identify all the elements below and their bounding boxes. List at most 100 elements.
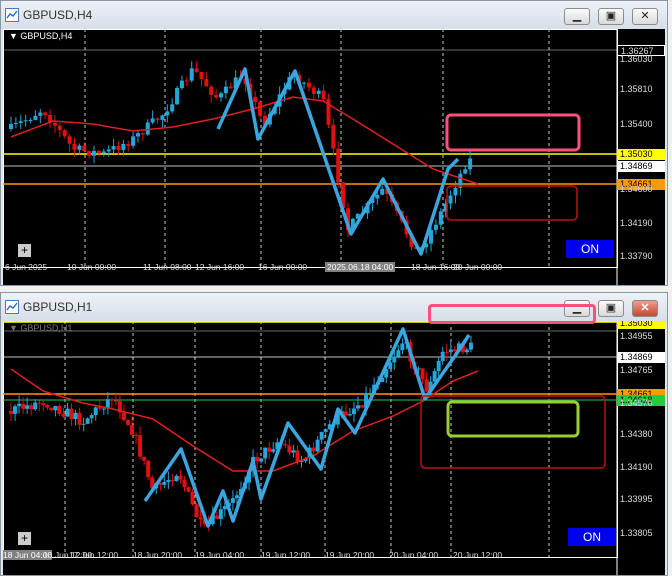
close-button[interactable]: ✕ bbox=[632, 8, 658, 25]
symbol-label: ▼ GBPUSD,H4 bbox=[9, 31, 73, 41]
maximize-button[interactable]: ▣ bbox=[598, 300, 624, 317]
maximize-button[interactable]: ▣ bbox=[598, 8, 624, 25]
crosshair-plus-button[interactable]: + bbox=[18, 532, 31, 545]
candle-body bbox=[21, 403, 26, 409]
candle-body bbox=[43, 112, 48, 115]
close-icon: ✕ bbox=[640, 10, 650, 22]
candle-body bbox=[29, 405, 34, 410]
time-axis-label: 19 Jun 12:00 bbox=[261, 550, 311, 560]
minimize-icon: ▁ bbox=[572, 10, 582, 22]
candle-body bbox=[198, 517, 203, 520]
candle-body bbox=[134, 434, 139, 436]
price-label: 1.34380 bbox=[620, 429, 653, 439]
time-axis-label: 20 Jun 00:00 bbox=[453, 262, 503, 272]
time-axis-label: 19 Jun 20:00 bbox=[325, 550, 375, 560]
restore-icon: ▣ bbox=[605, 302, 617, 314]
candle-body bbox=[166, 480, 171, 483]
candle-body bbox=[311, 87, 316, 94]
candle-body bbox=[33, 115, 38, 120]
candle-body bbox=[160, 115, 165, 120]
candle-body bbox=[77, 145, 82, 150]
price-label: 1.34190 bbox=[620, 462, 653, 472]
price-label: 1.34765 bbox=[620, 365, 653, 375]
candle-body bbox=[315, 439, 320, 452]
candle-body bbox=[360, 405, 365, 408]
candle-body bbox=[18, 121, 23, 124]
candle-body bbox=[199, 72, 204, 80]
red-zone-box bbox=[446, 185, 578, 221]
time-axis-label: 11 Jun 08:00 bbox=[143, 262, 192, 272]
candle-body bbox=[45, 405, 50, 408]
candle-body bbox=[165, 111, 170, 116]
candle-body bbox=[41, 403, 46, 406]
candle-body bbox=[204, 79, 209, 87]
candle-body bbox=[81, 423, 86, 425]
candle-body bbox=[453, 187, 458, 196]
window-titlebar[interactable]: GBPUSD,H4 ▁ ▣ ✕ bbox=[1, 1, 667, 29]
candle-body bbox=[316, 90, 321, 94]
minimize-button[interactable]: ▁ bbox=[564, 8, 590, 25]
time-axis-label: 6 Jun 2025 bbox=[5, 262, 48, 272]
candle-body bbox=[111, 146, 116, 150]
candle-body bbox=[77, 412, 82, 425]
on-button[interactable]: ON bbox=[566, 240, 614, 258]
candle-body bbox=[228, 86, 233, 89]
price-label: 1.33805 bbox=[620, 528, 653, 538]
candle-body bbox=[287, 445, 292, 453]
candle-body bbox=[255, 456, 260, 462]
window-title: GBPUSD,H4 bbox=[23, 8, 93, 22]
chart-window-h1: GBPUSD,H1 ▁ ▣ ✕ ▼ GBPUSD,H1 1.35030 1.349… bbox=[0, 292, 668, 576]
candle-body bbox=[170, 480, 175, 482]
candle-body bbox=[396, 350, 401, 357]
pink-zone-box bbox=[445, 113, 581, 152]
candle-body bbox=[33, 402, 38, 410]
symbol-text: GBPUSD,H1 bbox=[20, 323, 73, 333]
restore-icon: ▣ bbox=[605, 10, 617, 22]
candle-body bbox=[126, 143, 131, 146]
candle-body bbox=[223, 86, 228, 94]
candle-body bbox=[155, 118, 160, 120]
candle-body bbox=[182, 479, 187, 488]
candle-body bbox=[424, 379, 429, 392]
close-button[interactable]: ✕ bbox=[632, 300, 658, 317]
candle-body bbox=[464, 349, 469, 353]
price-label: 1.35030 bbox=[617, 321, 665, 329]
price-label: 1.35810 bbox=[620, 84, 653, 94]
candle-body bbox=[209, 86, 214, 95]
time-axis-label: 20 Jun 12:00 bbox=[453, 550, 503, 560]
candle-body bbox=[13, 123, 18, 125]
candle-body bbox=[283, 444, 288, 446]
candle-body bbox=[17, 403, 22, 407]
candle-body bbox=[72, 143, 77, 150]
candle-body bbox=[468, 158, 473, 170]
time-axis-label: 19 Jun 04:00 bbox=[195, 550, 245, 560]
candle-body bbox=[53, 405, 58, 411]
price-label: 1.34570 bbox=[620, 398, 653, 408]
candle-body bbox=[96, 150, 101, 154]
time-axis-label: 17 Jun 12:00 bbox=[69, 550, 119, 560]
candle-body bbox=[253, 96, 258, 103]
candle-body bbox=[126, 420, 131, 425]
time-axis-label: 2025.06.18 04:00 bbox=[325, 262, 396, 272]
candle-body bbox=[336, 148, 341, 183]
pink-zone-box bbox=[428, 304, 596, 324]
candle-body bbox=[194, 504, 199, 518]
candle-body bbox=[49, 407, 54, 411]
candle-body bbox=[444, 351, 449, 353]
crosshair-plus-button[interactable]: + bbox=[18, 244, 31, 257]
on-button[interactable]: ON bbox=[568, 528, 616, 546]
price-label: 1.33790 bbox=[620, 251, 653, 261]
price-chart-h1[interactable]: ▼ GBPUSD,H1 1.35030 1.34955 1.34869 1.34765… bbox=[3, 321, 665, 575]
candle-body bbox=[116, 146, 121, 150]
price-chart-h4[interactable]: ▼ GBPUSD,H4 1.36267 1.36030 1.35810 1.35400… bbox=[3, 29, 665, 285]
candle-body bbox=[69, 408, 74, 420]
candle-body bbox=[106, 149, 111, 152]
window-title: GBPUSD,H1 bbox=[23, 300, 93, 314]
candle-body bbox=[438, 211, 443, 225]
chart-canvas-h1[interactable] bbox=[3, 321, 665, 575]
candle-body bbox=[375, 194, 380, 199]
candle-body bbox=[146, 460, 151, 478]
chart-window-h4: GBPUSD,H4 ▁ ▣ ✕ ▼ GBPUSD,H4 1.36267 1.360… bbox=[0, 0, 668, 286]
candle-body bbox=[175, 88, 180, 105]
candle-body bbox=[267, 447, 272, 452]
